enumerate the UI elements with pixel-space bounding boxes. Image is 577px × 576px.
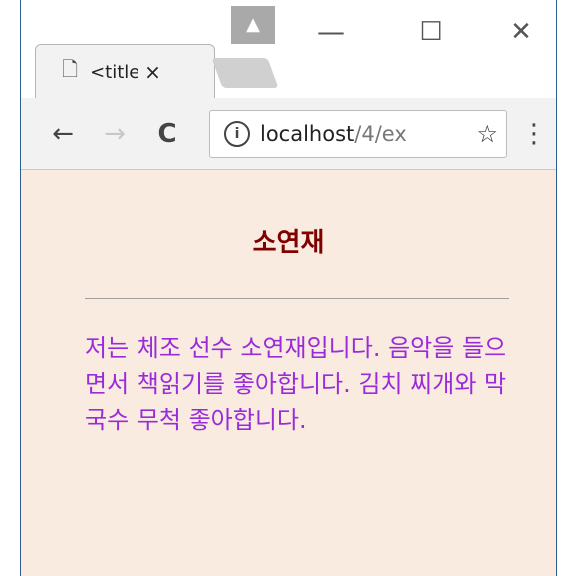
intro-paragraph: 저는 체조 선수 소연재입니다. 음악을 들으면서 책읽기를 좋아합니다. 김치… [85,334,507,434]
menu-button[interactable]: ⋮ [521,116,547,152]
back-button[interactable]: ← [45,116,81,152]
url-text[interactable]: localhost/4/ex [260,122,476,146]
tab-close-button[interactable]: × [144,60,161,84]
info-icon[interactable]: i [224,121,250,147]
back-arrow-icon: ← [52,119,74,149]
profile-button[interactable]: ▲ [231,6,275,44]
reload-button[interactable]: C [149,116,185,152]
bookmark-star-icon[interactable]: ☆ [476,120,498,148]
maximize-button[interactable]: ☐ [413,14,449,50]
page-content: 소연재 저는 체조 선수 소연재입니다. 음악을 들으면서 책읽기를 좋아합니다… [21,170,556,576]
browser-toolbar: ← → C i localhost/4/ex ☆ ⋮ [21,98,556,170]
document-icon: 🗋 [62,57,79,81]
page-heading: 소연재 [252,228,325,258]
browser-window: ▲ — ☐ ✕ 🗋 <title> × ← → C i localhost/4/… [20,0,557,576]
new-tab-button[interactable] [211,58,279,88]
forward-arrow-icon: → [104,119,126,149]
minimize-button[interactable]: — [313,14,349,50]
kebab-menu-icon: ⋮ [521,119,547,149]
reload-icon: C [157,119,177,149]
tab-title: <title> [90,61,138,83]
url-path: /4/ex [354,122,407,146]
url-host: localhost [260,122,355,146]
forward-button[interactable]: → [97,116,133,152]
title-bar: ▲ — ☐ ✕ 🗋 <title> × [21,0,556,98]
close-window-button[interactable]: ✕ [503,14,539,50]
person-icon: ▲ [246,14,260,35]
browser-tab[interactable]: 🗋 <title> × [35,44,215,98]
horizontal-rule [85,298,509,299]
address-bar[interactable]: i localhost/4/ex ☆ [209,110,507,158]
